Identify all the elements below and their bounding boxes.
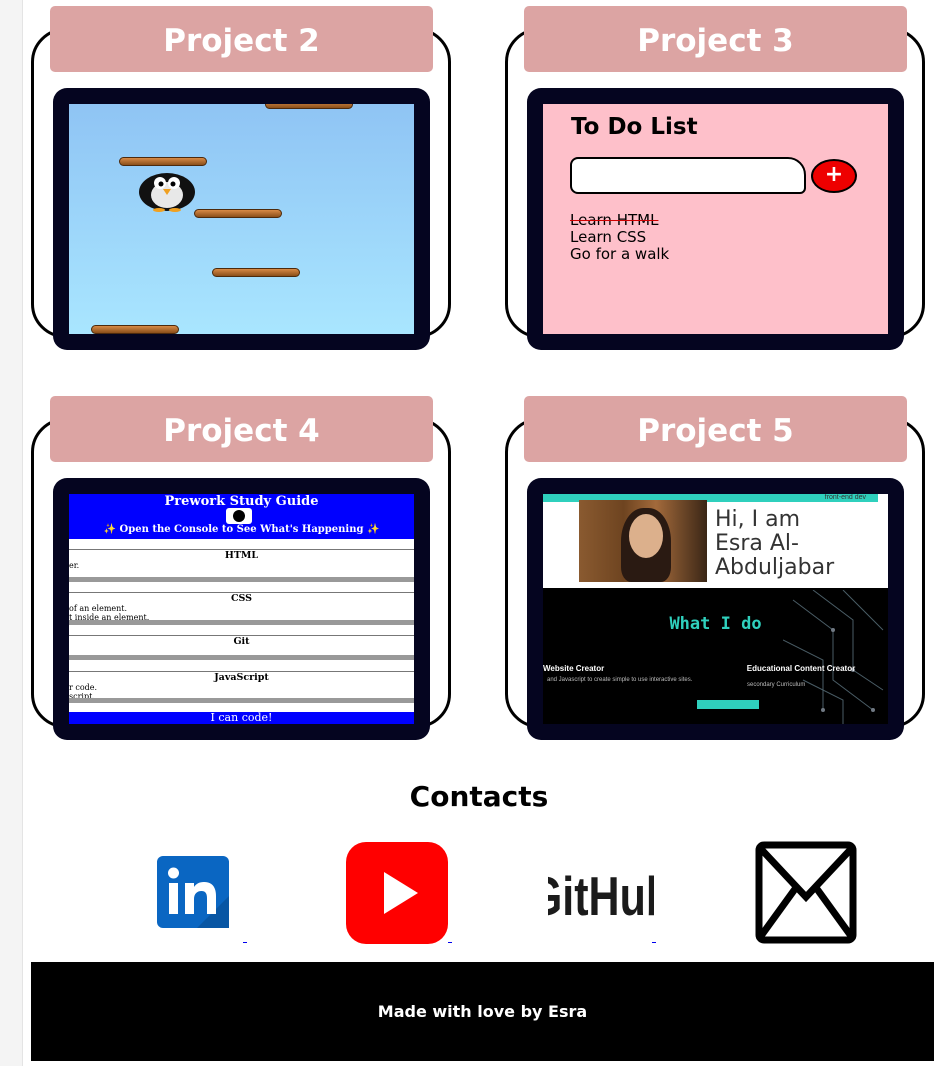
project-screenshot-link[interactable]: Prework Study Guide ✨ Open the Console t… — [53, 478, 430, 740]
mail-icon — [755, 841, 857, 944]
link-underline — [448, 942, 452, 943]
email-link[interactable] — [755, 841, 857, 944]
portfolio-section-title: What I do — [669, 614, 762, 634]
portfolio-screenshot: front-end dev Hi, I am Esra Al- Abduljab… — [543, 494, 888, 724]
github-link[interactable]: GitHub — [529, 858, 672, 928]
portrait-face — [629, 514, 663, 558]
portrait-photo — [579, 500, 707, 582]
guide-subtitle: ✨ Open the Console to See What's Happeni… — [103, 524, 380, 535]
todo-input — [570, 157, 806, 194]
guide-footer: I can code! — [69, 712, 414, 724]
jumper-game-screenshot — [69, 104, 414, 334]
guide-section-text: r code. — [69, 683, 98, 692]
project-title: Project 2 — [50, 6, 433, 72]
portfolio-greeting: Hi, I am Esra Al- Abduljabar — [715, 508, 834, 580]
guide-section: Git — [69, 635, 414, 647]
plus-icon: + — [811, 159, 857, 193]
guide-section-heading: Git — [233, 636, 250, 647]
todo-list: Learn HTML Learn CSS Go for a walk — [570, 212, 669, 263]
link-underline — [652, 942, 656, 943]
guide-title: Prework Study Guide — [164, 494, 319, 509]
github-wordmark: GitHub — [548, 866, 654, 927]
guide-divider — [69, 577, 414, 582]
guide-section-heading: JavaScript — [214, 672, 269, 683]
guide-section: JavaScript r code. script. — [69, 671, 414, 701]
project-card-2: Project 2 — [31, 6, 451, 350]
guide-divider — [69, 620, 414, 625]
todo-title: To Do List — [571, 114, 698, 140]
game-platform — [119, 157, 207, 166]
guide-divider — [69, 655, 414, 660]
guide-section-heading: CSS — [230, 593, 253, 604]
link-underline — [243, 942, 247, 943]
portfolio-col-title: Educational Content Creator — [746, 664, 856, 673]
guide-section-text: er. — [69, 561, 80, 570]
game-platform — [265, 104, 353, 109]
project-card-3: Project 3 To Do List + Learn HTML Learn … — [505, 6, 925, 350]
project-title: Project 4 — [50, 396, 433, 462]
logo-icon — [226, 508, 252, 524]
project-screenshot-link[interactable]: front-end dev Hi, I am Esra Al- Abduljab… — [527, 478, 904, 740]
greeting-line: Hi, I am — [715, 507, 801, 532]
github-icon: GitHub — [529, 866, 672, 927]
greeting-line: Abduljabar — [715, 555, 835, 580]
project-card-5: Project 5 front-end dev Hi, I am Esra Al… — [505, 396, 925, 740]
project-title: Project 3 — [524, 6, 907, 72]
project-card-4: Project 4 Prework Study Guide ✨ Open the… — [31, 396, 451, 740]
study-guide-screenshot: Prework Study Guide ✨ Open the Console t… — [69, 494, 414, 724]
youtube-icon — [346, 842, 448, 944]
portfolio-nav-text: front-end dev — [824, 494, 866, 501]
todo-item: Go for a walk — [570, 245, 670, 263]
youtube-link[interactable] — [346, 842, 448, 944]
game-platform — [212, 268, 300, 277]
project-screenshot-link[interactable] — [53, 88, 430, 350]
project-title: Project 5 — [524, 396, 907, 462]
guide-section: CSS of an element. t inside an element. — [69, 592, 414, 622]
contacts-title: Contacts — [409, 780, 549, 813]
guide-section-text: of an element. — [69, 604, 128, 613]
guide-divider — [69, 698, 414, 703]
game-platform — [194, 209, 282, 218]
page-footer: Made with love by Esra — [31, 962, 934, 1061]
portfolio-col-desc: and Javascript to create simple to use i… — [547, 677, 693, 683]
todo-app-screenshot: To Do List + Learn HTML Learn CSS Go for… — [543, 104, 888, 334]
greeting-line: Esra Al- — [715, 531, 799, 556]
portfolio-col-title: Website Creator — [543, 664, 605, 673]
guide-section: HTML er. — [69, 549, 414, 570]
footer-text: Made with love by Esra — [377, 1002, 588, 1021]
linkedin-link[interactable] — [157, 856, 229, 928]
portfolio-hero: front-end dev Hi, I am Esra Al- Abduljab… — [543, 494, 888, 588]
guide-section-heading: HTML — [224, 550, 259, 561]
todo-item: Learn CSS — [570, 228, 647, 246]
circuit-graphic — [783, 590, 884, 724]
game-platform — [91, 325, 179, 334]
portfolio-button — [697, 700, 759, 709]
portfolio-col-desc: secondary Curriculum — [747, 682, 806, 688]
page-left-gutter — [0, 0, 23, 1066]
linkedin-icon — [157, 856, 229, 928]
project-screenshot-link[interactable]: To Do List + Learn HTML Learn CSS Go for… — [527, 88, 904, 350]
penguin-icon — [139, 173, 195, 212]
guide-header: Prework Study Guide ✨ Open the Console t… — [69, 494, 414, 539]
todo-item: Learn HTML — [570, 211, 659, 229]
